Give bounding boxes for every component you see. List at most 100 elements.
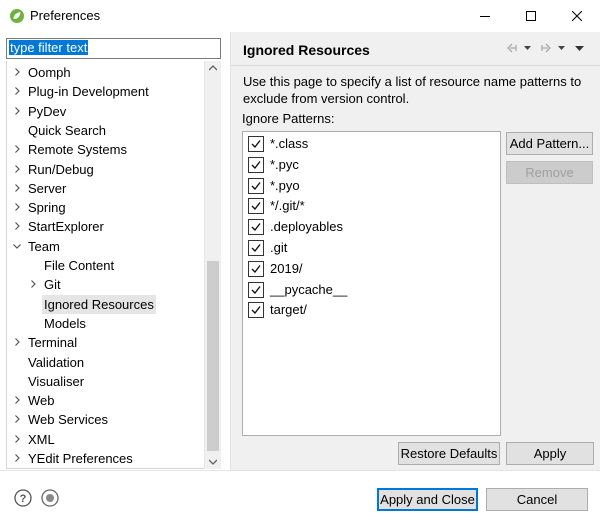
pattern-checkbox[interactable] — [248, 177, 264, 194]
remove-button[interactable]: Remove — [506, 161, 593, 184]
pattern-row[interactable]: .deployables — [248, 217, 488, 237]
restore-defaults-button[interactable]: Restore Defaults — [398, 442, 500, 465]
chevron-right-icon[interactable] — [13, 164, 21, 173]
pattern-row[interactable]: *.pyo — [248, 176, 488, 196]
pattern-checkbox[interactable] — [248, 219, 264, 236]
back-dropdown-icon[interactable] — [524, 46, 531, 50]
tree-item-label: XML — [28, 431, 55, 447]
chevron-right-icon[interactable] — [13, 222, 21, 231]
forward-arrow-icon[interactable] — [541, 43, 551, 53]
pattern-text: *.class — [270, 136, 309, 151]
tree-item-label: StartExplorer — [28, 219, 104, 235]
tree-item[interactable]: Plug-in Development — [7, 82, 203, 101]
tree-item-label: Git — [44, 277, 61, 293]
tree-item-label: Terminal — [28, 335, 78, 351]
pattern-row[interactable]: */.git/* — [248, 196, 488, 216]
tree-item[interactable]: StartExplorer — [7, 217, 203, 236]
chevron-right-icon[interactable] — [13, 183, 21, 192]
chevron-right-icon[interactable] — [13, 68, 21, 76]
tree-item-label: Web Services — [28, 412, 108, 428]
chevron-right-icon[interactable] — [13, 338, 21, 347]
filter-input[interactable]: type filter text — [6, 38, 221, 59]
pattern-checkbox[interactable] — [248, 136, 264, 152]
tree-item[interactable]: Web — [7, 391, 203, 410]
tree-item[interactable]: File Content — [7, 256, 203, 275]
tree-scrollbar[interactable] — [204, 61, 221, 469]
page-header: Ignored Resources — [231, 32, 600, 65]
chevron-right-icon[interactable] — [13, 396, 21, 405]
pattern-checkbox[interactable] — [248, 302, 264, 319]
tree-item[interactable]: Models — [7, 314, 203, 333]
scroll-thumb[interactable] — [207, 261, 219, 451]
pattern-text: __pycache__ — [270, 281, 348, 297]
chevron-right-icon[interactable] — [13, 145, 21, 154]
tree-item[interactable]: Terminal — [7, 333, 203, 352]
chevron-right-icon[interactable] — [13, 106, 21, 115]
pattern-checkbox[interactable] — [248, 156, 264, 173]
close-button[interactable] — [554, 0, 600, 32]
tree-item-label: Plug-in Development — [28, 84, 149, 100]
patterns-label: Ignore Patterns: — [242, 111, 335, 126]
patterns-list[interactable]: *.class *.pyc *.pyo */.git/* .deployables .gi… — [242, 131, 501, 436]
pattern-text: .git — [270, 240, 288, 255]
view-menu-icon[interactable] — [575, 46, 584, 51]
tree-item[interactable]: PyDev — [7, 102, 203, 121]
tree-item[interactable]: Server — [7, 179, 203, 198]
pattern-row[interactable]: *.pyc — [248, 155, 488, 175]
pattern-row[interactable]: __pycache__ — [248, 280, 488, 300]
tree-item[interactable]: Git — [7, 275, 203, 294]
apply-button[interactable]: Apply — [506, 442, 594, 465]
tree-item[interactable]: Remote Systems — [7, 140, 203, 159]
tree-item-label: Oomph — [28, 65, 71, 80]
cancel-button[interactable]: Cancel — [486, 488, 588, 511]
tree-item[interactable]: Spring — [7, 198, 203, 217]
pattern-text: 2019/ — [270, 260, 303, 276]
chevron-right-icon[interactable] — [13, 454, 21, 462]
tree-item-label: Ignored Resources — [42, 294, 156, 314]
pattern-checkbox[interactable] — [248, 240, 264, 256]
tree-item[interactable]: Web Services — [7, 410, 203, 429]
pattern-checkbox[interactable] — [248, 198, 264, 215]
pattern-checkbox[interactable] — [248, 281, 264, 298]
back-arrow-icon[interactable] — [507, 43, 517, 53]
tree-item[interactable]: YEdit Preferences — [7, 449, 203, 468]
tree-item-label: Visualiser — [28, 373, 85, 389]
chevron-right-icon[interactable] — [13, 434, 21, 443]
tree-item[interactable]: Visualiser — [7, 372, 203, 391]
chevron-right-icon[interactable] — [29, 280, 37, 289]
preference-tree[interactable]: Oomph Plug-in Development PyDev Quick Searc… — [6, 61, 221, 469]
pattern-row[interactable]: 2019/ — [248, 259, 488, 279]
checkmark-icon — [251, 264, 261, 273]
apply-and-close-button[interactable]: Apply and Close — [377, 488, 478, 511]
tree-item[interactable]: Ignored Resources — [7, 294, 203, 314]
checkmark-icon — [251, 223, 261, 232]
tree-item[interactable]: Oomph — [7, 63, 203, 82]
forward-dropdown-icon[interactable] — [558, 46, 565, 50]
tree-item[interactable]: Team — [7, 237, 203, 256]
chevron-right-icon[interactable] — [13, 87, 21, 96]
scroll-down-icon[interactable] — [209, 459, 217, 465]
chevron-down-icon[interactable] — [13, 242, 21, 250]
maximize-button[interactable] — [508, 0, 554, 32]
checkmark-icon — [251, 181, 261, 190]
chevron-right-icon[interactable] — [13, 415, 21, 424]
record-macro-icon[interactable] — [41, 489, 59, 507]
tree-item[interactable]: Quick Search — [7, 121, 203, 140]
add-pattern-button[interactable]: Add Pattern... — [506, 132, 593, 155]
scroll-up-icon[interactable] — [209, 65, 217, 71]
minimize-button[interactable] — [462, 0, 508, 32]
pattern-row[interactable]: *.class — [248, 134, 488, 154]
pattern-row[interactable]: target/ — [248, 300, 488, 320]
chevron-right-icon[interactable] — [13, 203, 21, 212]
tree-item-label: File Content — [44, 258, 115, 273]
svg-text:?: ? — [20, 493, 27, 505]
pattern-text: */.git/* — [270, 198, 305, 214]
tree-item-label: Server — [28, 180, 67, 196]
tree-item[interactable]: XML — [7, 430, 203, 449]
help-icon[interactable]: ? — [14, 489, 32, 507]
tree-item[interactable]: Validation — [7, 353, 203, 372]
pattern-checkbox[interactable] — [248, 260, 264, 277]
tree-item-label: Team — [28, 238, 60, 254]
pattern-row[interactable]: .git — [248, 238, 488, 258]
tree-item[interactable]: Run/Debug — [7, 160, 203, 179]
